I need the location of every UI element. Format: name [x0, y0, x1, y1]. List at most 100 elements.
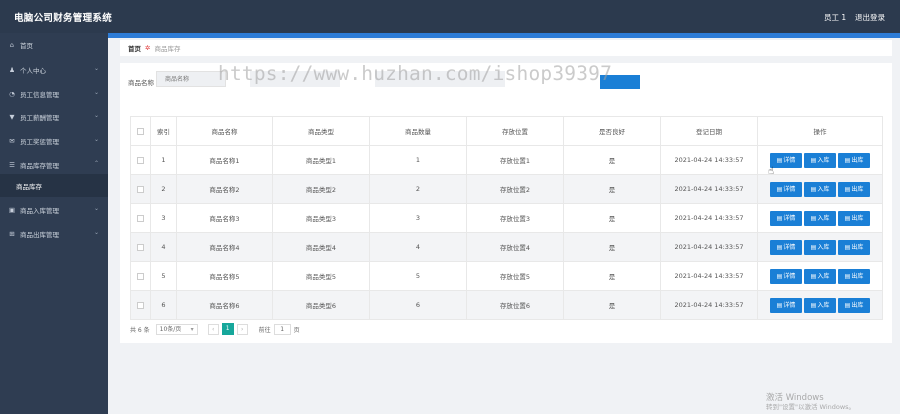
table-cell: 商品名称2	[176, 174, 273, 204]
stock-out-button[interactable]: ▤出库	[838, 239, 870, 255]
detail-button[interactable]: ▤详情	[770, 268, 802, 284]
row-checkbox[interactable]	[137, 185, 144, 193]
column-header: 商品数量	[369, 116, 467, 146]
prev-page-button[interactable]: ‹	[207, 323, 219, 335]
button-label: 入库	[817, 214, 830, 222]
next-page-button[interactable]: ›	[236, 323, 248, 335]
table-cell: 商品名称4	[176, 232, 273, 262]
sidebar-item-4[interactable]: ✉ 员工奖惩管理 ⌄	[0, 129, 108, 152]
table-cell: 存放位置5	[466, 261, 564, 291]
detail-button[interactable]: ▤详情	[770, 239, 802, 255]
doc-icon: ▤	[844, 156, 851, 164]
select-all-checkbox[interactable]	[137, 127, 144, 135]
table-cell: 是	[563, 261, 661, 291]
clock-icon: ◔	[9, 89, 15, 98]
table-cell: 是	[563, 290, 661, 320]
table-cell: 商品名称3	[176, 203, 273, 233]
row-checkbox[interactable]	[137, 243, 144, 251]
table-cell: 是	[563, 174, 661, 204]
sidebar-item-label: 员工奖惩管理	[20, 137, 59, 146]
button-label: 入库	[817, 185, 830, 193]
column-header: 登记日期	[660, 116, 758, 146]
stock-in-button[interactable]: ▤入库	[804, 239, 836, 255]
column-header: 索引	[150, 116, 177, 146]
goto-page-input[interactable]: 1	[273, 323, 291, 335]
table-cell: 2	[369, 174, 467, 204]
stock-out-button[interactable]: ▤出库	[838, 181, 870, 197]
column-header: 存放位置	[466, 116, 564, 146]
table-cell: 存放位置1	[466, 145, 564, 175]
doc-icon: ▤	[810, 272, 817, 280]
column-header[interactable]	[130, 116, 151, 146]
inventory-table: 索引 商品名称 商品类型 商品数量 存放位置 是否良好 登记日期 操作 1 商品名称1 商品类型1…	[130, 116, 883, 320]
table-cell: 3	[369, 203, 467, 233]
stock-out-button[interactable]: ▤出库	[838, 152, 870, 168]
doc-icon: ▤	[776, 243, 783, 251]
chevron-icon: ⌄	[93, 65, 99, 72]
table-cell: 商品名称6	[176, 290, 273, 320]
sidebar-item-label: 员工薪酬管理	[20, 113, 59, 122]
row-checkbox[interactable]	[137, 272, 144, 280]
logout-link[interactable]: 退出登录	[855, 12, 885, 23]
stock-out-button[interactable]: ▤出库	[838, 297, 870, 313]
button-label: 出库	[851, 243, 864, 251]
stock-in-button[interactable]: ▤入库	[804, 181, 836, 197]
stock-in-button[interactable]: ▤入库	[804, 297, 836, 313]
sidebar-item-label: 员工信息管理	[20, 90, 59, 99]
detail-button[interactable]: ▤详情	[770, 297, 802, 313]
stock-in-button[interactable]: ▤入库	[804, 268, 836, 284]
button-label: 入库	[817, 156, 830, 164]
sidebar-item-5[interactable]: ☰ 商品库存管理 ⌃	[0, 153, 108, 176]
sidebar-item-label: 首页	[20, 41, 33, 50]
sidebar-item-1[interactable]: ♟ 个人中心 ⌄	[0, 58, 108, 81]
sidebar-item-2[interactable]: ◔ 员工信息管理 ⌄	[0, 82, 108, 105]
row-checkbox[interactable]	[137, 214, 144, 222]
sidebar-item-7[interactable]: ▣ 商品入库管理 ⌄	[0, 198, 108, 221]
chevron-icon: ⌄	[93, 112, 99, 119]
user-name[interactable]: 员工 1	[824, 12, 846, 23]
page-size-select[interactable]: 10条/页	[155, 323, 198, 335]
stock-out-button[interactable]: ▤出库	[838, 268, 870, 284]
doc-icon: ▤	[810, 185, 817, 193]
pagination: 共 6 条 10条/页 ‹ 1 › 前往 1 页	[130, 323, 300, 335]
shield-icon: ▼	[9, 112, 15, 121]
row-checkbox-cell	[130, 232, 151, 262]
doc-icon: ▤	[844, 301, 851, 309]
list-icon: ☰	[9, 160, 15, 169]
chevron-icon: ⌄	[93, 136, 99, 143]
stock-in-button[interactable]: ▤入库	[804, 210, 836, 226]
table-cell: 商品类型1	[272, 145, 370, 175]
stock-out-button[interactable]: ▤出库	[838, 210, 870, 226]
breadcrumb-home[interactable]: 首页	[128, 43, 141, 53]
search-input[interactable]	[156, 71, 226, 87]
row-checkbox[interactable]	[137, 156, 144, 164]
table-cell: 6	[150, 290, 177, 320]
sidebar-item-label: 商品入库管理	[20, 206, 59, 215]
row-checkbox-cell	[130, 261, 151, 291]
sidebar-item-3[interactable]: ▼ 员工薪酬管理 ⌄	[0, 105, 108, 128]
table-cell: 商品类型5	[272, 261, 370, 291]
table-cell: 2021-04-24 14:33:57	[660, 232, 758, 262]
doc-icon: ▤	[810, 156, 817, 164]
stock-in-button[interactable]: ▤入库	[804, 152, 836, 168]
button-label: 入库	[817, 301, 830, 309]
table-cell: 商品类型6	[272, 290, 370, 320]
sidebar-item-0[interactable]: ⌂ 首页	[0, 33, 108, 56]
button-label: 详情	[783, 185, 796, 193]
chevron-icon: ⌄	[93, 89, 99, 96]
chevron-icon: ⌄	[93, 205, 99, 212]
detail-button[interactable]: ▤详情	[770, 210, 802, 226]
row-checkbox[interactable]	[137, 301, 144, 309]
table-cell: 2021-04-24 14:33:57	[660, 174, 758, 204]
detail-button[interactable]: ▤详情	[770, 152, 802, 168]
doc-icon: ▤	[776, 272, 783, 280]
home-icon: ⌂	[9, 40, 15, 49]
page-1-button[interactable]: 1	[221, 323, 234, 335]
detail-button[interactable]: ▤详情	[770, 181, 802, 197]
actions-cell: ▤详情 ▤入库 ▤出库	[757, 203, 883, 233]
sidebar-item-6[interactable]: 商品库存	[0, 174, 108, 197]
doc-icon: ▤	[844, 272, 851, 280]
row-checkbox-cell	[130, 203, 151, 233]
sidebar-item-8[interactable]: ⊞ 商品出库管理 ⌄	[0, 222, 108, 245]
actions-cell: ▤详情 ▤入库 ▤出库	[757, 290, 883, 320]
